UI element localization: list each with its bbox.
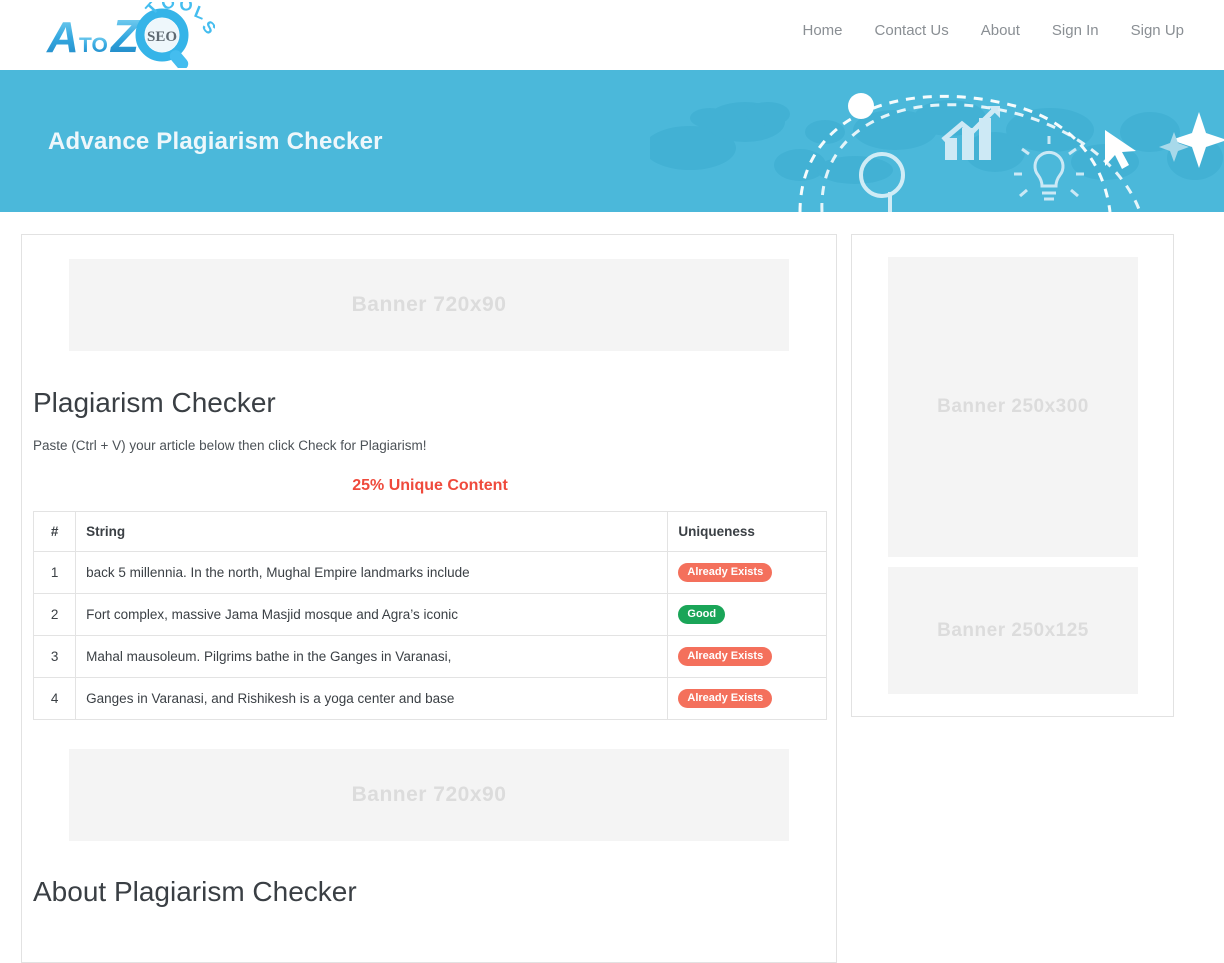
table-row: 4 Ganges in Varanasi, and Rishikesh is a… bbox=[32, 677, 827, 721]
row-uniqueness: Good bbox=[667, 593, 827, 637]
svg-text:O: O bbox=[179, 2, 194, 15]
main-navigation: Home Contact Us About Sign In Sign Up bbox=[803, 22, 1185, 39]
hero-decoration bbox=[650, 93, 1224, 212]
row-string: Fort complex, massive Jama Masjid mosque… bbox=[75, 593, 669, 637]
column-header-uniqueness: Uniqueness bbox=[667, 511, 827, 552]
logo-icon: A TO Z SEO T O O L S bbox=[46, 0, 220, 70]
row-string: Ganges in Varanasi, and Rishikesh is a y… bbox=[75, 677, 669, 721]
nav-item-about[interactable]: About bbox=[981, 22, 1020, 39]
about-section-title: About Plagiarism Checker bbox=[33, 876, 357, 907]
world-map-icon bbox=[650, 100, 1223, 184]
column-header-string: String bbox=[75, 511, 669, 552]
row-string: Mahal mausoleum. Pilgrims bathe in the G… bbox=[75, 635, 669, 679]
tool-instruction: Paste (Ctrl + V) your article below then… bbox=[33, 438, 427, 453]
row-string: back 5 millennia. In the north, Mughal E… bbox=[75, 550, 669, 595]
plagiarism-results-table: # String Uniqueness 1 back 5 millennia. … bbox=[32, 511, 827, 721]
table-row: 2 Fort complex, massive Jama Masjid mosq… bbox=[32, 593, 827, 637]
ad-banner-sidebar-large[interactable]: Banner 250x300 bbox=[888, 257, 1138, 557]
svg-text:A: A bbox=[46, 13, 79, 62]
site-logo[interactable]: A TO Z SEO T O O L S bbox=[45, 0, 220, 70]
table-row: 1 back 5 millennia. In the north, Mughal… bbox=[32, 550, 827, 595]
ad-banner-top[interactable]: Banner 720x90 bbox=[69, 259, 789, 351]
unique-content-score: 25% Unique Content bbox=[352, 477, 508, 494]
nav-item-sign-in[interactable]: Sign In bbox=[1052, 22, 1099, 39]
column-header-index: # bbox=[32, 511, 77, 552]
row-uniqueness: Already Exists bbox=[667, 677, 827, 721]
row-uniqueness: Already Exists bbox=[667, 550, 827, 595]
status-badge: Already Exists bbox=[678, 647, 773, 667]
main-content-card: Banner 720x90 Plagiarism Checker Paste (… bbox=[21, 234, 837, 963]
row-index: 3 bbox=[32, 635, 77, 679]
row-index: 2 bbox=[32, 593, 77, 637]
nav-item-sign-up[interactable]: Sign Up bbox=[1131, 22, 1184, 39]
table-header-row: # String Uniqueness bbox=[32, 511, 827, 552]
hero-banner: Advance Plagiarism Checker bbox=[0, 70, 1224, 212]
row-uniqueness: Already Exists bbox=[667, 635, 827, 679]
nav-item-contact-us[interactable]: Contact Us bbox=[875, 22, 949, 39]
row-index: 4 bbox=[32, 677, 77, 721]
status-badge: Already Exists bbox=[678, 689, 773, 709]
dot-marker-icon bbox=[848, 93, 874, 119]
row-index: 1 bbox=[32, 550, 77, 595]
page-title: Plagiarism Checker bbox=[33, 387, 276, 418]
ad-banner-bottom[interactable]: Banner 720x90 bbox=[69, 749, 789, 841]
ad-banner-sidebar-small[interactable]: Banner 250x125 bbox=[888, 567, 1138, 694]
status-badge: Good bbox=[678, 605, 726, 625]
nav-item-home[interactable]: Home bbox=[803, 22, 843, 39]
page-body: Banner 720x90 Plagiarism Checker Paste (… bbox=[0, 212, 1224, 963]
svg-text:SEO: SEO bbox=[147, 29, 177, 45]
svg-text:TO: TO bbox=[79, 34, 108, 57]
table-row: 3 Mahal mausoleum. Pilgrims bathe in the… bbox=[32, 635, 827, 679]
status-badge: Already Exists bbox=[678, 563, 773, 583]
site-header: A TO Z SEO T O O L S Home Contact Us Abo… bbox=[0, 0, 1224, 70]
hero-title: Advance Plagiarism Checker bbox=[48, 128, 383, 155]
svg-text:L: L bbox=[192, 2, 209, 24]
sidebar-card: Banner 250x300 Banner 250x125 bbox=[851, 234, 1174, 717]
